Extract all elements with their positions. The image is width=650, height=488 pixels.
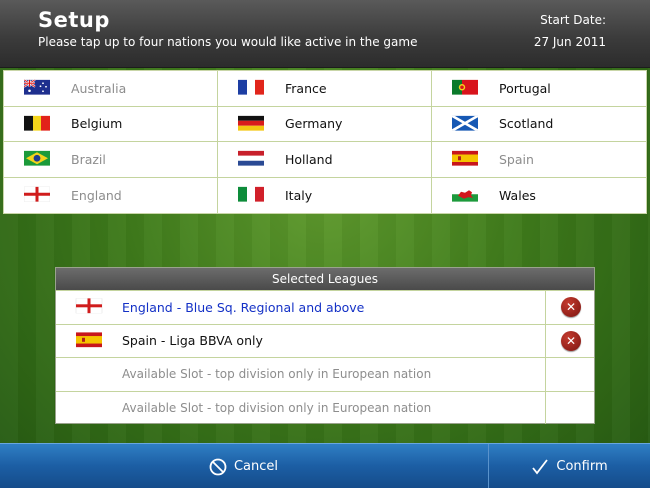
nation-england[interactable]: England — [4, 177, 218, 213]
nation-label: Wales — [499, 187, 536, 203]
nation-belgium[interactable]: Belgium — [4, 106, 218, 142]
selected-leagues-title: Selected Leagues — [56, 268, 594, 290]
league-link[interactable]: England - Blue Sq. Regional and above — [122, 300, 364, 315]
close-icon: ✕ — [565, 333, 577, 348]
nation-label: Brazil — [71, 151, 106, 167]
available-slot-row[interactable]: Available Slot - top division only in Eu… — [56, 390, 594, 424]
checkmark-icon — [531, 458, 549, 476]
cancel-label: Cancel — [233, 459, 279, 474]
nation-brazil[interactable]: Brazil — [4, 142, 218, 178]
league-label: Spain - Liga BBVA only — [122, 333, 263, 349]
start-date-value: 27 Jun 2011 — [533, 35, 606, 49]
nation-scotland[interactable]: Scotland — [432, 107, 646, 142]
nation-label: England — [71, 187, 122, 203]
nation-australia[interactable]: Australia — [4, 71, 218, 107]
spain-flag-icon — [452, 151, 478, 166]
footer-bar: Cancel Confirm — [0, 443, 650, 488]
belgium-flag-icon — [24, 115, 50, 131]
nation-label: Holland — [285, 151, 333, 167]
cancel-icon — [209, 458, 227, 476]
england-flag-icon — [75, 298, 103, 314]
remove-league-button[interactable]: ✕ — [561, 330, 581, 351]
nation-holland[interactable]: Holland — [218, 142, 432, 178]
league-row[interactable]: Spain - Liga BBVA only ✕ — [56, 323, 594, 357]
nation-italy[interactable]: Italy — [218, 177, 432, 213]
confirm-label: Confirm — [556, 459, 608, 474]
nation-germany[interactable]: Germany — [218, 106, 432, 142]
nation-label: Spain — [499, 151, 534, 167]
cancel-button[interactable]: Cancel — [0, 444, 487, 488]
australia-flag-icon — [24, 80, 50, 95]
close-icon: ✕ — [565, 300, 577, 315]
nation-france[interactable]: France — [218, 71, 432, 107]
england-flag-icon — [24, 187, 50, 202]
portugal-flag-icon — [452, 80, 478, 95]
nation-label: Italy — [285, 187, 313, 203]
italy-flag-icon — [238, 187, 264, 202]
brazil-flag-icon — [24, 151, 50, 166]
nation-label: Germany — [285, 116, 343, 132]
nation-label: Belgium — [71, 116, 123, 132]
nation-label: Australia — [71, 80, 127, 96]
nation-spain[interactable]: Spain — [432, 142, 646, 178]
remove-league-button[interactable]: ✕ — [561, 297, 581, 318]
row-divider — [545, 358, 546, 391]
nation-wales[interactable]: Wales — [432, 178, 646, 214]
france-flag-icon — [238, 80, 264, 95]
available-slot-label: Available Slot - top division only in Eu… — [122, 400, 432, 415]
holland-flag-icon — [238, 151, 264, 166]
nation-label: Scotland — [499, 116, 554, 132]
confirm-button[interactable]: Confirm — [488, 444, 650, 488]
nation-label: France — [285, 80, 327, 96]
spain-flag-icon — [76, 332, 102, 348]
row-divider — [545, 324, 546, 357]
nation-grid: Australia France Portugal Belgium German… — [3, 70, 647, 214]
league-row[interactable]: England - Blue Sq. Regional and above ✕ — [56, 290, 594, 324]
scotland-flag-icon — [452, 115, 478, 131]
nation-label: Portugal — [499, 80, 551, 96]
germany-flag-icon — [238, 115, 264, 131]
available-slot-label: Available Slot - top division only in Eu… — [122, 367, 432, 382]
page-subtitle: Please tap up to four nations you would … — [38, 35, 418, 49]
header-bar: Setup Please tap up to four nations you … — [0, 0, 650, 68]
available-slot-row[interactable]: Available Slot - top division only in Eu… — [56, 357, 594, 391]
page-title: Setup — [38, 8, 110, 32]
nation-portugal[interactable]: Portugal — [432, 71, 646, 107]
row-divider — [545, 391, 546, 424]
start-date-label: Start Date: — [540, 13, 606, 27]
wales-flag-icon — [452, 187, 478, 202]
selected-leagues-panel: Selected Leagues England - Blue Sq. Regi… — [55, 267, 595, 424]
row-divider — [545, 291, 546, 324]
